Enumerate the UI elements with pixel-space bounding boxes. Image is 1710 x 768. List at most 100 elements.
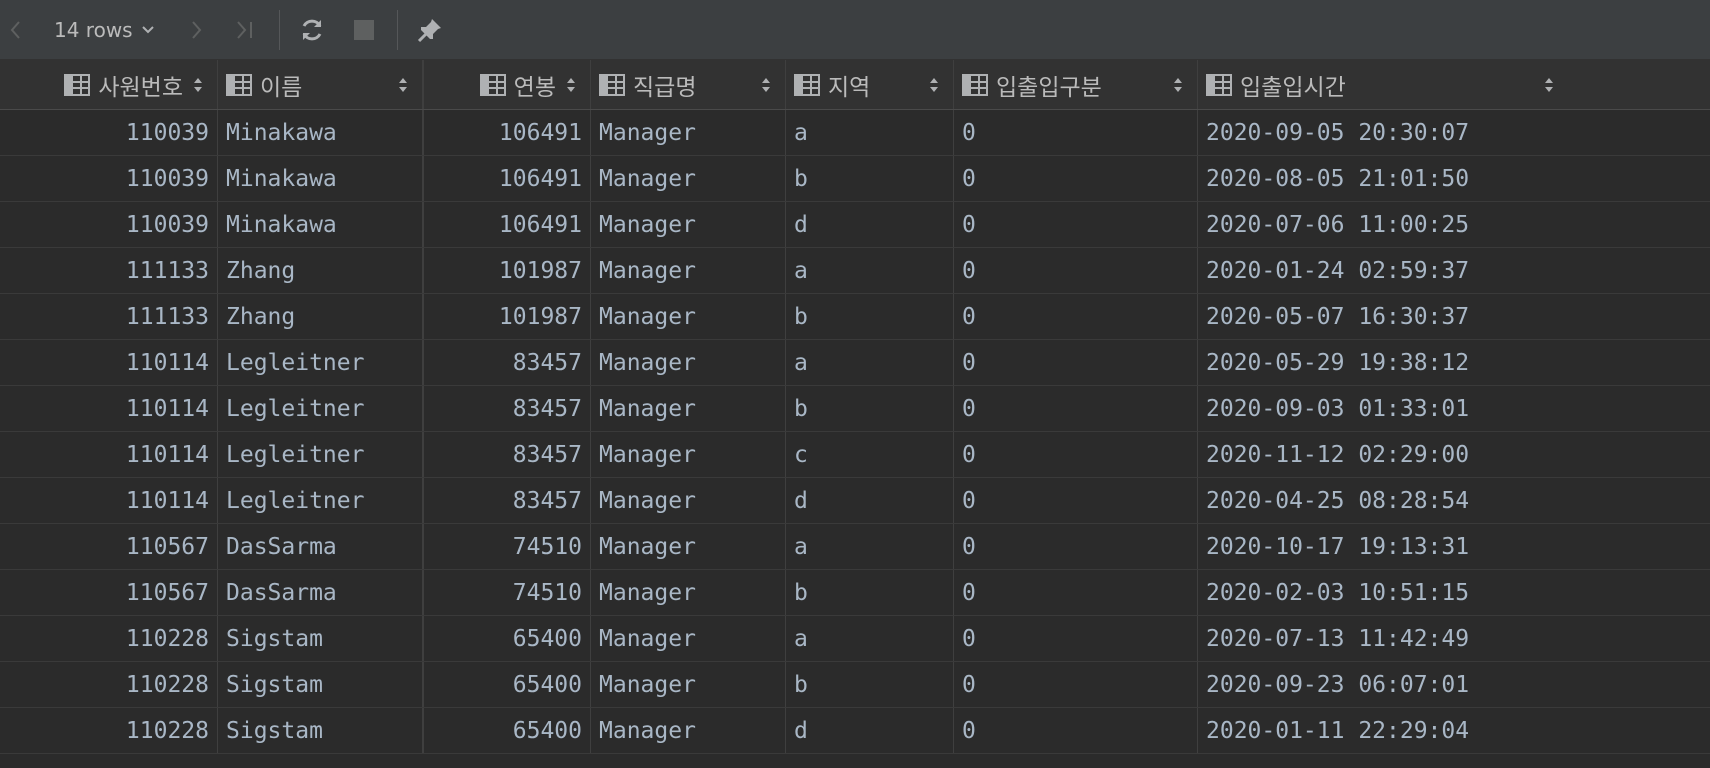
table-cell[interactable]: 0	[954, 294, 1198, 339]
table-cell[interactable]: Manager	[591, 202, 786, 247]
table-cell[interactable]: a	[786, 340, 954, 385]
table-cell[interactable]: Manager	[591, 662, 786, 707]
column-header[interactable]: 입출입구분	[954, 60, 1198, 109]
table-cell[interactable]: Manager	[591, 110, 786, 155]
table-cell[interactable]: 2020-07-13 11:42:49	[1198, 616, 1710, 661]
table-cell[interactable]: Legleitner	[218, 386, 423, 431]
column-header[interactable]: 직급명	[591, 60, 786, 109]
table-cell[interactable]: 0	[954, 524, 1198, 569]
table-cell[interactable]: b	[786, 156, 954, 201]
sort-icon[interactable]	[566, 77, 576, 93]
table-cell[interactable]: 110039	[0, 156, 218, 201]
chevron-left-icon[interactable]	[4, 0, 28, 60]
table-cell[interactable]: 65400	[423, 708, 591, 753]
table-cell[interactable]: b	[786, 386, 954, 431]
table-row[interactable]: 110039 Minakawa 106491 Manager a 0 2020-09-05 …	[0, 110, 1710, 156]
table-cell[interactable]: 110039	[0, 202, 218, 247]
table-cell[interactable]: 0	[954, 202, 1198, 247]
table-cell[interactable]: 0	[954, 708, 1198, 753]
table-cell[interactable]: Manager	[591, 432, 786, 477]
table-row[interactable]: 111133 Zhang 101987 Manager a 0 2020-01-24 02:…	[0, 248, 1710, 294]
table-cell[interactable]: 110114	[0, 386, 218, 431]
column-header[interactable]: 입출입시간	[1198, 60, 1568, 109]
table-cell[interactable]: 2020-09-23 06:07:01	[1198, 662, 1710, 707]
table-cell[interactable]: 110114	[0, 340, 218, 385]
table-cell[interactable]: 2020-09-03 01:33:01	[1198, 386, 1710, 431]
skip-last-icon[interactable]	[230, 0, 260, 60]
table-cell[interactable]: 65400	[423, 616, 591, 661]
table-row[interactable]: 110228 Sigstam 65400 Manager a 0 2020-07-13 11…	[0, 616, 1710, 662]
table-cell[interactable]: 0	[954, 340, 1198, 385]
table-cell[interactable]: 111133	[0, 294, 218, 339]
table-cell[interactable]: 83457	[423, 340, 591, 385]
table-cell[interactable]: Legleitner	[218, 340, 423, 385]
table-cell[interactable]: b	[786, 662, 954, 707]
table-cell[interactable]: Legleitner	[218, 478, 423, 523]
table-cell[interactable]: 110567	[0, 570, 218, 615]
table-cell[interactable]: c	[786, 432, 954, 477]
table-cell[interactable]: Manager	[591, 478, 786, 523]
table-cell[interactable]: 65400	[423, 662, 591, 707]
table-cell[interactable]: Zhang	[218, 248, 423, 293]
table-cell[interactable]: 2020-05-07 16:30:37	[1198, 294, 1710, 339]
table-cell[interactable]: d	[786, 708, 954, 753]
table-cell[interactable]: Manager	[591, 340, 786, 385]
table-cell[interactable]: 74510	[423, 524, 591, 569]
table-cell[interactable]: 2020-01-24 02:59:37	[1198, 248, 1710, 293]
table-cell[interactable]: Legleitner	[218, 432, 423, 477]
table-cell[interactable]: 2020-07-06 11:00:25	[1198, 202, 1710, 247]
table-cell[interactable]: 110228	[0, 708, 218, 753]
table-row[interactable]: 111133 Zhang 101987 Manager b 0 2020-05-07 16:…	[0, 294, 1710, 340]
table-cell[interactable]: 83457	[423, 432, 591, 477]
table-cell[interactable]: a	[786, 616, 954, 661]
table-cell[interactable]: b	[786, 294, 954, 339]
table-cell[interactable]: 101987	[423, 294, 591, 339]
table-cell[interactable]: 2020-11-12 02:29:00	[1198, 432, 1710, 477]
stop-icon[interactable]	[350, 0, 378, 60]
table-cell[interactable]: 0	[954, 110, 1198, 155]
table-cell[interactable]: Manager	[591, 248, 786, 293]
table-cell[interactable]: 0	[954, 616, 1198, 661]
table-row[interactable]: 110114 Legleitner 83457 Manager c 0 2020-11-12…	[0, 432, 1710, 478]
table-cell[interactable]: Manager	[591, 570, 786, 615]
table-cell[interactable]: 110567	[0, 524, 218, 569]
table-cell[interactable]: d	[786, 478, 954, 523]
table-cell[interactable]: Zhang	[218, 294, 423, 339]
table-cell[interactable]: Minakawa	[218, 202, 423, 247]
table-cell[interactable]: 110228	[0, 662, 218, 707]
sort-icon[interactable]	[398, 77, 408, 93]
table-cell[interactable]: 2020-09-05 20:30:07	[1198, 110, 1710, 155]
column-header[interactable]: 지역	[786, 60, 954, 109]
table-cell[interactable]: 74510	[423, 570, 591, 615]
table-cell[interactable]: 0	[954, 478, 1198, 523]
column-header[interactable]: 이름	[218, 60, 423, 109]
sort-icon[interactable]	[929, 77, 939, 93]
table-cell[interactable]: Sigstam	[218, 708, 423, 753]
table-cell[interactable]: 0	[954, 156, 1198, 201]
table-row[interactable]: 110567 DasSarma 74510 Manager b 0 2020-02-03 1…	[0, 570, 1710, 616]
row-count-dropdown[interactable]: 14 rows	[54, 0, 155, 60]
table-cell[interactable]: Manager	[591, 386, 786, 431]
pin-icon[interactable]	[414, 0, 446, 60]
table-cell[interactable]: 110039	[0, 110, 218, 155]
table-cell[interactable]: Manager	[591, 708, 786, 753]
table-cell[interactable]: 2020-04-25 08:28:54	[1198, 478, 1710, 523]
table-cell[interactable]: d	[786, 202, 954, 247]
table-cell[interactable]: Manager	[591, 294, 786, 339]
column-header[interactable]: 사원번호	[0, 60, 218, 109]
table-cell[interactable]: 83457	[423, 386, 591, 431]
table-cell[interactable]: 0	[954, 386, 1198, 431]
table-row[interactable]: 110228 Sigstam 65400 Manager b 0 2020-09-23 06…	[0, 662, 1710, 708]
table-row[interactable]: 110039 Minakawa 106491 Manager d 0 2020-07-06 …	[0, 202, 1710, 248]
table-cell[interactable]: Minakawa	[218, 110, 423, 155]
table-cell[interactable]: Minakawa	[218, 156, 423, 201]
table-cell[interactable]: Manager	[591, 616, 786, 661]
table-cell[interactable]: 106491	[423, 110, 591, 155]
sort-icon[interactable]	[1173, 77, 1183, 93]
table-cell[interactable]: 2020-08-05 21:01:50	[1198, 156, 1710, 201]
chevron-right-icon[interactable]	[184, 0, 208, 60]
table-cell[interactable]: 0	[954, 662, 1198, 707]
table-cell[interactable]: 110114	[0, 478, 218, 523]
table-cell[interactable]: 106491	[423, 202, 591, 247]
table-cell[interactable]: 106491	[423, 156, 591, 201]
